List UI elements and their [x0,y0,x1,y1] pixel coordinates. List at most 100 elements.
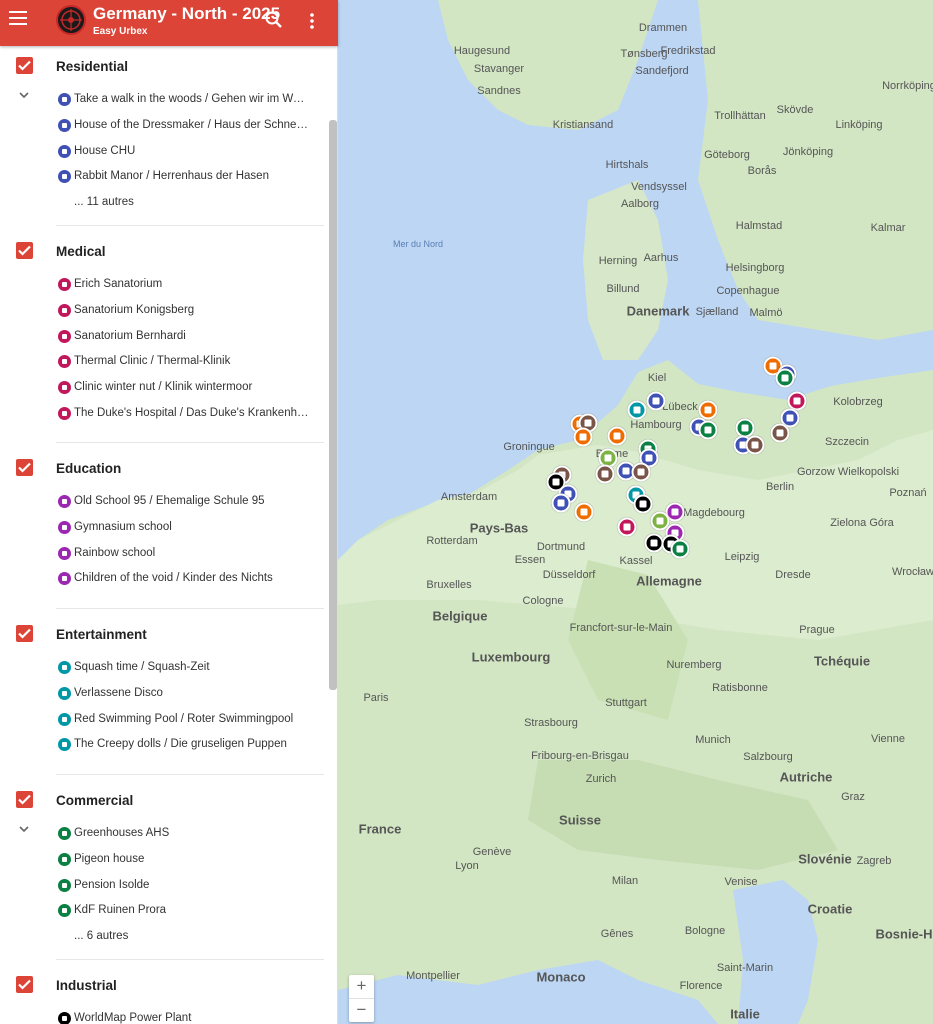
legend-item[interactable]: Squash time / Squash-Zeit [0,655,325,681]
search-icon[interactable] [264,10,284,30]
category-checkbox[interactable] [16,625,33,642]
city-label: Bruxelles [426,579,472,591]
legend-item[interactable]: Children of the void / Kinder des Nichts [0,566,325,592]
legend-item-label: Greenhouses AHS [74,827,170,839]
country-label: Bosnie-H [875,926,933,942]
map-marker-icon[interactable] [573,427,593,447]
legend-item-label: The Duke's Hospital / Das Duke's Kranken… [74,407,309,419]
city-label: Stavanger [473,63,525,75]
country-label: Suisse [559,812,601,828]
map-marker-icon[interactable] [574,502,594,522]
place-marker-icon [58,170,71,184]
city-label: Kristiansand [552,119,614,131]
map-marker-icon[interactable] [633,494,653,514]
category-header: Industrial [0,971,325,1001]
legend-item[interactable]: Thermal Clinic / Thermal-Klinik [0,349,325,375]
legend-item[interactable]: KdF Ruinen Prora [0,898,325,924]
city-label: Borås [747,165,777,177]
category-checkbox[interactable] [16,791,33,808]
city-label: Rotterdam [426,535,478,547]
legend-item[interactable]: Rabbit Manor / Herrenhaus der Hasen [0,164,325,190]
zoom-out-button[interactable]: − [349,998,374,1021]
map-marker-icon[interactable] [646,391,666,411]
map-marker-icon[interactable] [631,462,651,482]
legend-item[interactable]: WorldMap Power Plant [0,1006,325,1024]
more-items-link[interactable]: ... 11 autres [74,196,134,208]
legend-item[interactable]: Take a walk in the woods / Gehen wir im … [0,87,325,113]
legend-item[interactable]: Pigeon house [0,847,325,873]
country-label: Autriche [779,769,833,785]
place-marker-icon [58,278,71,291]
map-marker-icon[interactable] [698,400,718,420]
place-marker-icon [58,738,71,752]
city-label: Drammen [638,22,688,34]
map-marker-icon[interactable] [670,539,690,559]
legend-item[interactable]: Rainbow school [0,541,325,567]
country-label: Allemagne [636,573,702,589]
zoom-in-button[interactable]: + [349,975,374,998]
legend-item[interactable]: Gymnasium school [0,515,325,541]
map-view[interactable]: Drammen Fredrikstad Tønsberg Sandefjord Haug… [338,0,933,1024]
map-marker-icon[interactable] [595,464,615,484]
category-label: Residential [56,59,129,74]
map-marker-icon[interactable] [627,400,647,420]
city-label: Wrocław [892,566,933,578]
legend-item[interactable]: House of the Dressmaker / Haus der Schne… [0,113,325,139]
city-label: Graz [841,791,865,803]
category-checkbox[interactable] [16,459,33,476]
legend-item[interactable]: Red Swimming Pool / Roter Swimmingpool [0,707,325,733]
place-marker-icon [58,329,71,343]
legend-item[interactable]: House CHU [0,139,325,165]
city-label: Kolobrzeg [833,396,883,408]
country-label: Danemark [626,303,690,319]
legend-item[interactable]: Sanatorium Bernhardi [0,324,325,350]
map-marker-icon[interactable] [698,420,718,440]
sidebar-scrollbar[interactable] [329,120,337,690]
legend-item[interactable]: The Duke's Hospital / Das Duke's Kranken… [0,401,325,427]
country-label: Monaco [536,969,586,985]
map-marker-icon[interactable] [775,368,795,388]
legend-item[interactable]: Pension Isolde [0,873,325,899]
map-marker-icon[interactable] [617,517,637,537]
country-label: Slovénie [798,851,852,867]
more-items-link[interactable]: ... 6 autres [74,930,128,942]
sea-label: Mer du Nord [392,239,444,249]
legend-item-label: Sanatorium Konigsberg [74,303,195,316]
legend-item-label: Squash time / Squash-Zeit [74,661,210,673]
category-divider [56,608,324,609]
legend-item[interactable]: Sanatorium Konigsberg [0,298,325,324]
legend-item[interactable]: Verlassene Disco [0,681,325,707]
legend-item[interactable]: Old School 95 / Ehemalige Schule 95 [0,489,325,515]
legend-item[interactable]: Clinic winter nut / Klinik wintermoor [0,375,325,401]
legend-item[interactable]: Greenhouses AHS [0,821,325,847]
city-label: Leipzig [724,551,760,563]
city-label: Skövde [776,104,814,116]
category-checkbox[interactable] [16,57,33,74]
menu-icon[interactable] [9,11,27,27]
map-marker-icon[interactable] [607,426,627,446]
map-marker-icon[interactable] [735,418,755,438]
city-label: Sandnes [477,85,521,97]
map-marker-icon[interactable] [551,493,571,513]
more-options-icon[interactable] [303,11,321,31]
legend-item[interactable]: Erich Sanatorium [0,272,325,298]
city-label: Sandefjord [635,65,689,77]
city-label: Kalmar [870,222,906,234]
legend-item-label: Take a walk in the woods / Gehen wir im … [74,93,309,105]
place-marker-icon [58,495,71,508]
category-entertainment: Entertainment Squash time / Squash-Zeit Ve… [0,620,325,775]
city-label: Groningue [503,441,555,453]
city-label: Nuremberg [666,659,722,671]
category-checkbox[interactable] [16,976,33,993]
city-label: Prague [799,624,835,636]
category-divider [56,774,324,775]
map-marker-icon[interactable] [745,435,765,455]
place-marker-icon [58,546,71,560]
category-divider [56,959,324,960]
app-header: Germany - North - 2025 Easy Urbex [0,0,338,46]
legend-item-label: House of the Dressmaker / Haus der Schne… [74,118,309,131]
map-marker-icon[interactable] [770,423,790,443]
category-checkbox[interactable] [16,242,33,259]
legend-item[interactable]: The Creepy dolls / Die gruseligen Puppen [0,732,325,758]
city-label: Poznań [889,487,927,499]
